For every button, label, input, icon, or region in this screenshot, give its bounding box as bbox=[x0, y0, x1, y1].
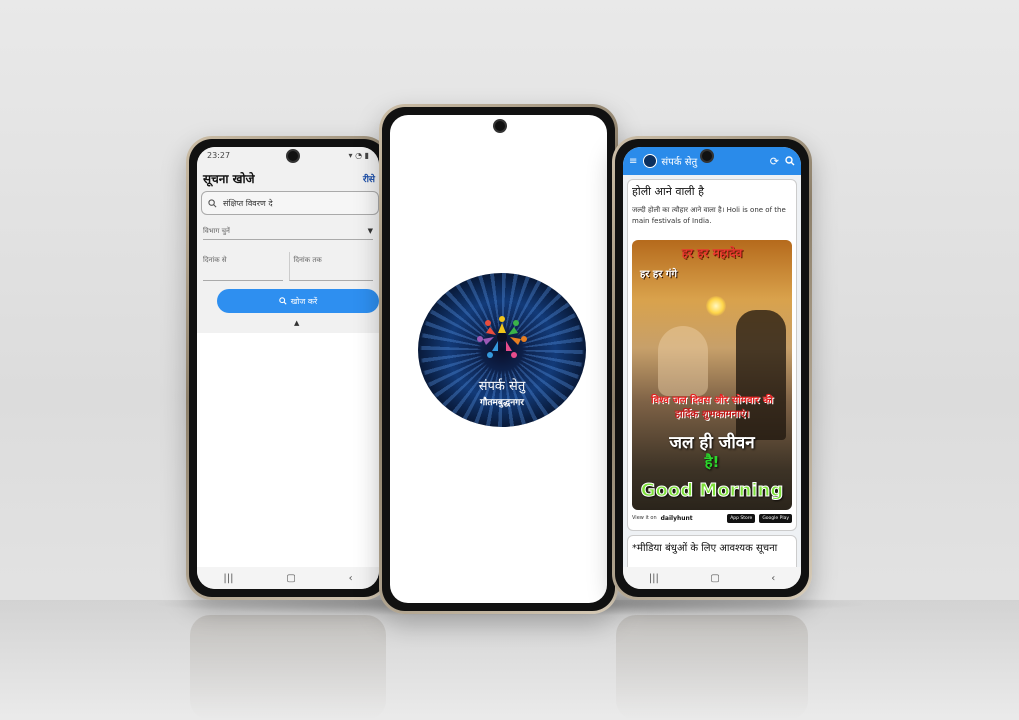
view-label: View it on bbox=[632, 515, 657, 521]
status-time: 23:27 bbox=[207, 150, 231, 160]
search-panel: सूचना खोजे रीसे संक्षिप्त विवरण दे विभाग… bbox=[197, 163, 379, 333]
post-title: होली आने वाली है bbox=[632, 185, 704, 198]
post-card[interactable]: होली आने वाली है जल्दी होली का त्यौहार आ… bbox=[627, 179, 797, 531]
home-icon[interactable]: ▢ bbox=[710, 573, 719, 584]
search-placeholder: संक्षिप्त विवरण दे bbox=[223, 198, 273, 208]
search-button-label: खोज करें bbox=[290, 296, 318, 306]
right-phone: ≡ संपर्क सेतु ⟳ होली आने वाली है जल्दी ह… bbox=[612, 136, 812, 600]
poster-text-3: विश्व जल दिवस और सोमवार की bbox=[651, 395, 773, 406]
back-icon[interactable]: ‹ bbox=[349, 573, 353, 584]
logo-subtitle: गौतमबुद्धनगर bbox=[480, 398, 524, 408]
search-icon bbox=[278, 297, 287, 305]
date-from-field[interactable]: दिनांक से bbox=[203, 252, 283, 281]
splash-screen: संपर्क सेतु गौतमबुद्धनगर bbox=[390, 115, 607, 603]
deity-graphic bbox=[658, 326, 708, 396]
right-phone-reflection bbox=[616, 615, 808, 720]
floor-background bbox=[0, 600, 1019, 720]
search-input[interactable]: संक्षिप्त विवरण दे bbox=[201, 191, 379, 215]
post-image[interactable]: हर हर महादेव हर हर गंगे विश्व जल दिवस और… bbox=[632, 240, 792, 510]
post-title: *मीडिया बंधुओं के लिए आवश्यक सूचना bbox=[632, 543, 778, 554]
front-camera bbox=[493, 119, 507, 133]
app-title: संपर्क सेतु bbox=[661, 157, 698, 168]
left-phone: 23:27 ▾ ◔ ▮ सूचना खोजे रीसे संक्षिप्त वि… bbox=[186, 136, 390, 600]
date-to-field[interactable]: दिनांक तक bbox=[288, 252, 373, 281]
people-emblem-icon bbox=[477, 316, 527, 358]
refresh-icon[interactable]: ⟳ bbox=[770, 155, 779, 168]
recent-apps-icon[interactable]: ||| bbox=[649, 573, 659, 584]
logo-title: संपर्क सेतु bbox=[478, 379, 526, 394]
center-phone: संपर्क सेतु गौतमबुद्धनगर bbox=[379, 104, 618, 614]
news-feed: होली आने वाली है जल्दी होली का त्यौहार आ… bbox=[623, 175, 801, 567]
status-icons: ▾ ◔ ▮ bbox=[348, 150, 369, 160]
google-play-badge[interactable]: Google Play bbox=[759, 513, 792, 523]
dropdown-arrow-icon: ▼ bbox=[367, 227, 373, 235]
date-from-label: दिनांक से bbox=[203, 256, 227, 264]
page-title: सूचना खोजे bbox=[203, 171, 255, 186]
poster-text-6: है! bbox=[704, 453, 720, 471]
department-select[interactable]: विभाग चुनें ▼ bbox=[203, 223, 373, 240]
back-icon[interactable]: ‹ bbox=[771, 573, 775, 584]
system-nav-bar: ||| ▢ ‹ bbox=[623, 567, 801, 589]
left-phone-screen: 23:27 ▾ ◔ ▮ सूचना खोजे रीसे संक्षिप्त वि… bbox=[197, 147, 379, 589]
left-phone-reflection bbox=[190, 615, 386, 720]
poster-text-2: हर हर गंगे bbox=[640, 269, 678, 280]
poster-footer: View it on dailyhunt App Store Google Pl… bbox=[632, 510, 792, 526]
front-camera bbox=[700, 149, 714, 163]
recent-apps-icon[interactable]: ||| bbox=[223, 573, 233, 584]
poster-text-1: हर हर महादेव bbox=[681, 246, 743, 260]
department-label: विभाग चुनें bbox=[203, 226, 230, 235]
poster-text-7: Good Morning bbox=[640, 480, 784, 502]
date-to-label: दिनांक तक bbox=[293, 256, 322, 264]
app-logo: संपर्क सेतु गौतमबुद्धनगर bbox=[418, 273, 586, 427]
right-phone-screen: ≡ संपर्क सेतु ⟳ होली आने वाली है जल्दी ह… bbox=[623, 147, 801, 589]
front-camera bbox=[286, 149, 300, 163]
home-icon[interactable]: ▢ bbox=[286, 573, 295, 584]
post-card[interactable]: *मीडिया बंधुओं के लिए आवश्यक सूचना bbox=[627, 535, 797, 567]
post-description: जल्दी होली का त्यौहार आने वाला है। Holi … bbox=[632, 206, 786, 225]
collapse-caret-icon[interactable]: ▲ bbox=[294, 319, 299, 327]
search-icon[interactable] bbox=[785, 156, 795, 166]
dailyhunt-brand: dailyhunt bbox=[660, 514, 693, 522]
menu-icon[interactable]: ≡ bbox=[629, 156, 637, 167]
search-button[interactable]: खोज करें bbox=[217, 289, 379, 313]
app-store-badge[interactable]: App Store bbox=[727, 513, 756, 523]
poster-text-5: जल ही जीवन bbox=[669, 433, 755, 453]
search-icon bbox=[208, 198, 217, 207]
sun-graphic bbox=[706, 296, 726, 316]
reset-button[interactable]: रीसे bbox=[363, 172, 375, 185]
system-nav-bar: ||| ▢ ‹ bbox=[197, 567, 379, 589]
app-avatar-icon bbox=[643, 154, 658, 168]
poster-text-4: हार्दिक शुभकामनाएं। bbox=[674, 409, 750, 420]
silhouette-graphic bbox=[736, 310, 786, 440]
